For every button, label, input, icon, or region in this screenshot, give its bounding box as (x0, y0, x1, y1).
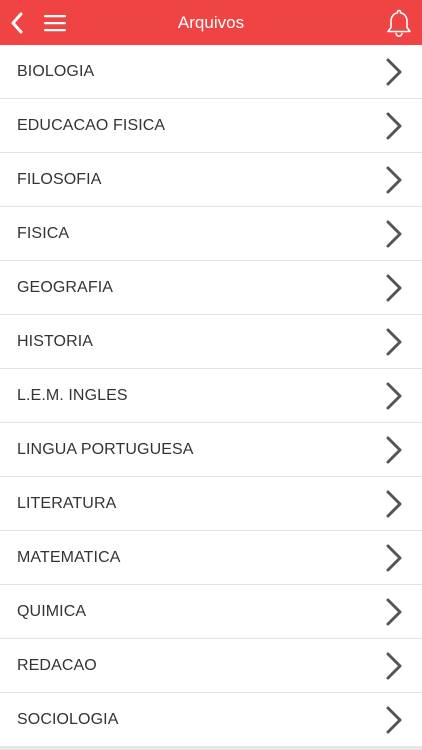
list-item[interactable]: REDACAO (0, 639, 422, 693)
list-item-label: EDUCACAO FISICA (17, 116, 166, 134)
bottom-divider (0, 746, 422, 750)
chevron-right-icon (386, 436, 402, 464)
chevron-right-icon (386, 382, 402, 410)
list-item[interactable]: LINGUA PORTUGUESA (0, 423, 422, 477)
menu-button[interactable] (42, 10, 68, 36)
list-item[interactable]: FISICA (0, 207, 422, 261)
bell-icon (387, 9, 411, 38)
chevron-right-icon (386, 328, 402, 356)
list-item-label: REDACAO (17, 656, 97, 674)
list-item[interactable]: BIOLOGIA (0, 45, 422, 99)
chevron-right-icon (386, 598, 402, 626)
list-item-label: MATEMATICA (17, 548, 121, 566)
list-item[interactable]: LITERATURA (0, 477, 422, 531)
list-item-label: LINGUA PORTUGUESA (17, 440, 194, 458)
list-item-label: L.E.M. INGLES (17, 386, 128, 404)
chevron-right-icon (386, 220, 402, 248)
list-item[interactable]: HISTORIA (0, 315, 422, 369)
subject-list: BIOLOGIA EDUCACAO FISICA FILOSOFIA FISICA GE… (0, 45, 422, 747)
chevron-right-icon (386, 652, 402, 680)
chevron-right-icon (386, 706, 402, 734)
chevron-right-icon (386, 274, 402, 302)
list-item[interactable]: SOCIOLOGIA (0, 693, 422, 747)
list-item[interactable]: FILOSOFIA (0, 153, 422, 207)
notifications-button[interactable] (384, 7, 414, 39)
list-item-label: LITERATURA (17, 494, 117, 512)
list-item[interactable]: L.E.M. INGLES (0, 369, 422, 423)
list-item-label: FISICA (17, 224, 70, 242)
chevron-right-icon (386, 544, 402, 572)
list-item-label: GEOGRAFIA (17, 278, 114, 296)
chevron-left-icon (11, 12, 23, 34)
chevron-right-icon (386, 166, 402, 194)
list-item-label: HISTORIA (17, 332, 94, 350)
hamburger-menu-icon (44, 15, 66, 32)
list-item-label: FILOSOFIA (17, 170, 102, 188)
list-item-label: BIOLOGIA (17, 62, 95, 80)
list-item[interactable]: QUIMICA (0, 585, 422, 639)
back-button[interactable] (6, 9, 28, 37)
list-item[interactable]: EDUCACAO FISICA (0, 99, 422, 153)
list-item-label: SOCIOLOGIA (17, 711, 119, 728)
chevron-right-icon (386, 112, 402, 140)
list-item[interactable]: MATEMATICA (0, 531, 422, 585)
list-item[interactable]: GEOGRAFIA (0, 261, 422, 315)
chevron-right-icon (386, 58, 402, 86)
list-item-label: QUIMICA (17, 602, 87, 620)
app-header: Arquivos (0, 0, 422, 45)
chevron-right-icon (386, 490, 402, 518)
